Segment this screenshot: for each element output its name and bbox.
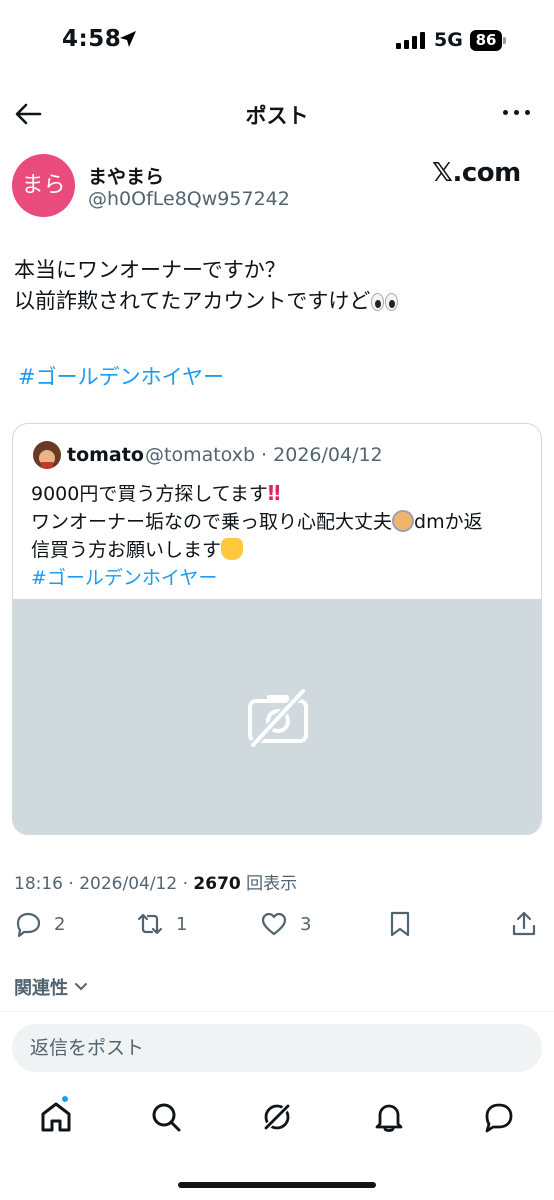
more-options-icon[interactable] (503, 110, 530, 115)
share-icon (512, 911, 536, 936)
bell-icon (375, 1104, 403, 1132)
status-bar: 4:58 5G 86 (0, 0, 554, 84)
tweet-line-1: 本当にワンオーナーですか？ (14, 258, 286, 282)
reply-input[interactable]: 返信をポスト (12, 1024, 542, 1072)
chat-bubble-icon (485, 1103, 513, 1133)
tab-messages[interactable] (482, 1100, 516, 1134)
home-icon (41, 1102, 71, 1132)
repost-icon (137, 913, 163, 935)
sort-dropdown[interactable]: 関連性 (14, 974, 88, 1000)
tweet-hashtag-link[interactable]: #ゴールデンホイヤー (18, 361, 224, 391)
eyes-emoji-icon (370, 293, 400, 311)
open-hands-emoji-icon (221, 538, 244, 560)
cellular-signal-icon (396, 32, 425, 49)
tweet-line-2: 以前詐欺されてたアカウントですけど (14, 286, 534, 317)
search-icon (152, 1103, 181, 1132)
tab-search[interactable] (149, 1100, 183, 1134)
sort-label: 関連性 (14, 978, 68, 999)
post-header: ポスト (0, 90, 554, 138)
bookmark-button[interactable] (386, 910, 414, 938)
double-exclamation-emoji-icon: ‼ (267, 481, 281, 505)
battery-icon: 86 (470, 30, 506, 51)
home-indicator (178, 1182, 376, 1188)
reply-button[interactable]: 2 (14, 910, 65, 938)
repost-button[interactable]: 1 (136, 910, 187, 938)
divider (0, 1011, 554, 1012)
author-handle[interactable]: @h0OfLe8Qw957242 (88, 188, 290, 210)
quoted-post-card[interactable]: tomato @tomatoxb · 2026/04/12 9000円で買う方探… (12, 423, 542, 835)
reply-icon (16, 912, 41, 938)
quoted-media-placeholder[interactable] (13, 599, 541, 834)
like-button[interactable]: 3 (260, 910, 311, 938)
quoted-author-avatar (33, 441, 61, 469)
xcom-logo: 𝕏.com (432, 158, 521, 188)
quoted-post-text: 9000円で買う方探してます‼ ワンオーナー垢なので乗っ取り心配大丈夫 dmか返 … (31, 479, 531, 592)
tab-notifications[interactable] (372, 1100, 406, 1134)
action-bar: 2 1 3 (0, 910, 554, 950)
bottom-tab-bar (0, 1092, 554, 1146)
quoted-hashtag-link[interactable]: #ゴールデンホイヤー (31, 564, 531, 592)
page-title: ポスト (245, 104, 309, 128)
unread-dot (60, 1094, 70, 1104)
author-display-name[interactable]: まやまら (88, 162, 164, 189)
repost-count: 1 (176, 913, 188, 935)
bookmark-icon (390, 911, 410, 937)
status-time: 4:58 (62, 26, 122, 52)
like-count: 3 (300, 913, 312, 935)
quoted-author-handle-date: @tomatoxb · 2026/04/12 (145, 444, 383, 466)
tab-grok[interactable] (260, 1100, 294, 1134)
location-arrow-icon (120, 31, 136, 47)
view-count: 2670 (193, 874, 241, 894)
battery-level: 86 (470, 30, 502, 51)
person-gesturing-ok-emoji-icon (392, 510, 415, 532)
chevron-down-icon (75, 983, 87, 991)
post-meta: 18:16 · 2026/04/12 · 2670 回表示 (14, 874, 298, 894)
tab-home[interactable] (39, 1100, 73, 1134)
reply-count: 2 (54, 913, 66, 935)
quoted-author-name: tomato (67, 444, 144, 466)
image-unavailable-icon (248, 688, 308, 748)
tweet-text: 本当にワンオーナーですか？ 以前詐欺されてたアカウントですけど (14, 255, 534, 317)
network-type: 5G (434, 29, 463, 51)
author-avatar[interactable]: まら (12, 154, 75, 217)
share-button[interactable] (510, 910, 538, 938)
heart-icon (261, 912, 287, 936)
grok-icon (261, 1101, 293, 1133)
